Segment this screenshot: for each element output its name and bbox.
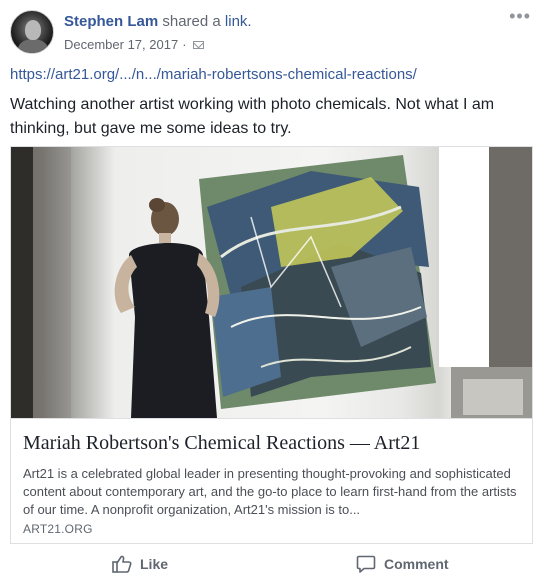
attachment-title[interactable]: Mariah Robertson's Chemical Reactions — …: [23, 432, 420, 455]
post-date[interactable]: December 17, 2017: [64, 37, 178, 52]
like-label: Like: [140, 556, 169, 572]
shared-url-link[interactable]: https://art21.org/.../n.../mariah-robert…: [10, 66, 417, 83]
comment-label: Comment: [384, 556, 449, 572]
attachment-image[interactable]: [11, 147, 532, 418]
post-header: Stephen Lam shared a link. December 17, …: [10, 7, 533, 56]
post-actions-bar: Like Comment: [10, 551, 533, 581]
post-meta: December 17, 2017 ·: [64, 37, 204, 52]
more-options-icon[interactable]: •••: [509, 7, 531, 25]
attachment-image-art: [11, 147, 532, 418]
like-button[interactable]: Like: [112, 555, 168, 573]
avatar[interactable]: [10, 10, 54, 54]
attachment-domain: ART21.ORG: [23, 522, 93, 536]
avatar-figure-face: [25, 20, 41, 40]
comment-bubble-icon: [356, 555, 376, 573]
post-text: Watching another artist working with pho…: [10, 96, 495, 137]
post-action-link[interactable]: link.: [225, 13, 252, 30]
attachment-description: Art21 is a celebrated global leader in p…: [23, 466, 517, 517]
audience-icon[interactable]: [192, 40, 204, 49]
meta-separator: ·: [182, 37, 187, 52]
post-author-line: Stephen Lam shared a link.: [64, 13, 252, 30]
author-name[interactable]: Stephen Lam: [64, 13, 158, 30]
link-attachment[interactable]: Mariah Robertson's Chemical Reactions — …: [10, 146, 533, 544]
attachment-body: Mariah Robertson's Chemical Reactions — …: [11, 418, 532, 543]
thumbs-up-icon: [112, 555, 132, 573]
avatar-figure-body: [18, 39, 48, 53]
comment-button[interactable]: Comment: [356, 555, 449, 573]
post-action-text: shared a: [162, 13, 221, 30]
